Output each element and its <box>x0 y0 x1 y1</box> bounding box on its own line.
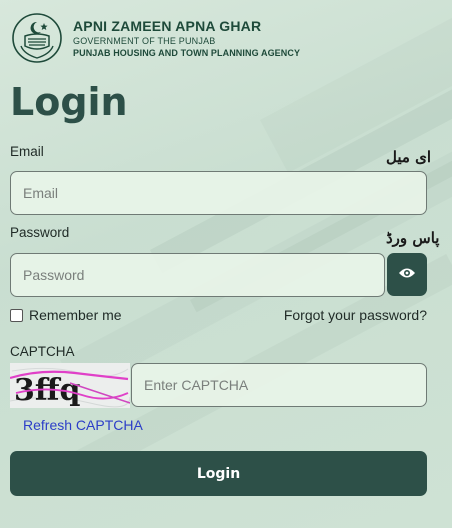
password-label-urdu: پاس ورڈ <box>386 229 440 247</box>
show-password-button[interactable] <box>387 253 427 296</box>
remember-me-label: Remember me <box>29 307 122 323</box>
site-header: APNI ZAMEEN APNA GHAR GOVERNMENT OF THE … <box>11 12 300 64</box>
eye-icon <box>398 267 416 282</box>
password-input[interactable] <box>10 253 385 297</box>
refresh-captcha-link[interactable]: Refresh CAPTCHA <box>23 417 143 433</box>
punjab-emblem-icon <box>11 12 63 64</box>
email-label-urdu: ای میل <box>386 148 432 166</box>
site-subtitle: GOVERNMENT OF THE PUNJAB <box>73 36 216 46</box>
email-label: Email <box>10 144 44 159</box>
remember-me-toggle[interactable]: Remember me <box>10 307 122 323</box>
captcha-image: 3ffq <box>10 363 130 408</box>
agency-name: PUNJAB HOUSING AND TOWN PLANNING AGENCY <box>73 48 301 58</box>
remember-me-checkbox[interactable] <box>10 308 23 322</box>
captcha-input[interactable] <box>131 363 427 407</box>
forgot-password-link[interactable]: Forgot your password? <box>284 307 427 323</box>
password-label: Password <box>10 225 70 240</box>
login-button[interactable]: Login <box>10 451 427 496</box>
page-title: Login <box>10 80 128 124</box>
captcha-label: CAPTCHA <box>10 344 75 359</box>
email-input[interactable] <box>10 171 427 215</box>
header-text: APNI ZAMEEN APNA GHAR GOVERNMENT OF THE … <box>73 18 300 58</box>
site-title: APNI ZAMEEN APNA GHAR <box>73 18 262 34</box>
